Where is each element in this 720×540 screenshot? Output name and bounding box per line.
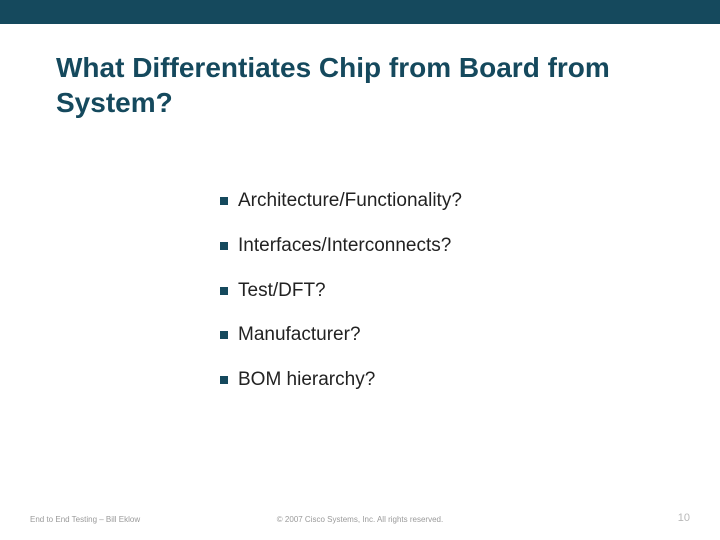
list-item: BOM hierarchy? xyxy=(220,369,650,392)
bullet-text: BOM hierarchy? xyxy=(238,369,375,392)
footer-copyright: © 2007 Cisco Systems, Inc. All rights re… xyxy=(0,515,720,524)
list-item: Manufacturer? xyxy=(220,324,650,347)
list-item: Architecture/Functionality? xyxy=(220,190,650,213)
slide-footer: End to End Testing – Bill Eklow © 2007 C… xyxy=(0,510,720,524)
bullet-text: Test/DFT? xyxy=(238,280,326,303)
bullet-list: Architecture/Functionality? Interfaces/I… xyxy=(220,190,650,414)
page-number: 10 xyxy=(678,512,690,524)
bullet-text: Interfaces/Interconnects? xyxy=(238,235,451,258)
bullet-square-icon xyxy=(220,287,228,295)
bullet-text: Manufacturer? xyxy=(238,324,361,347)
slide-title: What Differentiates Chip from Board from… xyxy=(56,50,656,120)
bullet-square-icon xyxy=(220,197,228,205)
slide: What Differentiates Chip from Board from… xyxy=(0,0,720,540)
list-item: Interfaces/Interconnects? xyxy=(220,235,650,258)
bullet-square-icon xyxy=(220,376,228,384)
list-item: Test/DFT? xyxy=(220,280,650,303)
bullet-text: Architecture/Functionality? xyxy=(238,190,462,213)
bullet-square-icon xyxy=(220,331,228,339)
top-accent-bar xyxy=(0,0,720,24)
bullet-square-icon xyxy=(220,242,228,250)
